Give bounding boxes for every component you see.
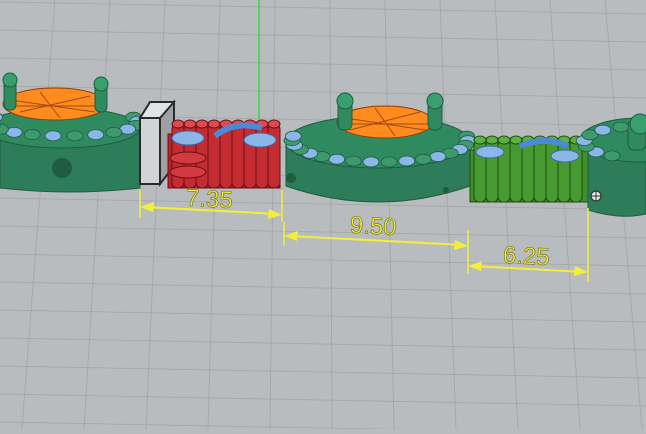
hole — [286, 173, 296, 183]
support-bump — [613, 122, 629, 132]
cylinder-top — [474, 136, 486, 144]
support-bump — [595, 125, 611, 135]
support-bump — [345, 156, 361, 166]
support-bump — [363, 157, 379, 167]
support-bump — [430, 152, 446, 162]
support-bump — [106, 127, 122, 137]
dimension-2-label: 9.50 — [349, 212, 397, 241]
support-patch — [172, 131, 204, 145]
support-bump — [67, 131, 83, 141]
dimension-3-label: 6.25 — [502, 242, 550, 271]
support-bump — [88, 130, 104, 140]
cylinder-top — [498, 136, 510, 144]
support-patch — [244, 133, 276, 147]
cylinder — [558, 140, 570, 202]
viewport-canvas[interactable]: 7.35 9.50 6.25 — [0, 0, 646, 429]
support-bump — [399, 156, 415, 166]
cylinder — [268, 124, 280, 188]
crosshair-cursor-icon — [591, 191, 601, 201]
support-bump — [45, 131, 61, 141]
dimension-1-label: 7.35 — [185, 185, 233, 214]
cylinder — [510, 140, 522, 202]
bright-green-part[interactable] — [470, 136, 588, 202]
support-bump — [604, 151, 620, 161]
support-bump — [24, 130, 40, 140]
cylinder-top — [486, 136, 498, 144]
support-bump — [415, 154, 431, 164]
cylinder-top — [208, 120, 220, 128]
3d-viewport[interactable]: 7.35 9.50 6.25 — [0, 0, 646, 429]
cylinder-top — [196, 120, 208, 128]
cylinder — [534, 140, 546, 202]
hole — [52, 158, 72, 178]
red-part[interactable] — [168, 120, 280, 188]
cylinder — [522, 140, 534, 202]
cylinder-top — [184, 120, 196, 128]
cylinder — [546, 140, 558, 202]
support-bump — [329, 154, 345, 164]
hole — [443, 187, 449, 193]
cylinder-top — [172, 120, 184, 128]
support-bump — [381, 157, 397, 167]
cylinder-top — [268, 120, 280, 128]
support-bump — [285, 131, 301, 141]
cylinder — [232, 124, 244, 188]
